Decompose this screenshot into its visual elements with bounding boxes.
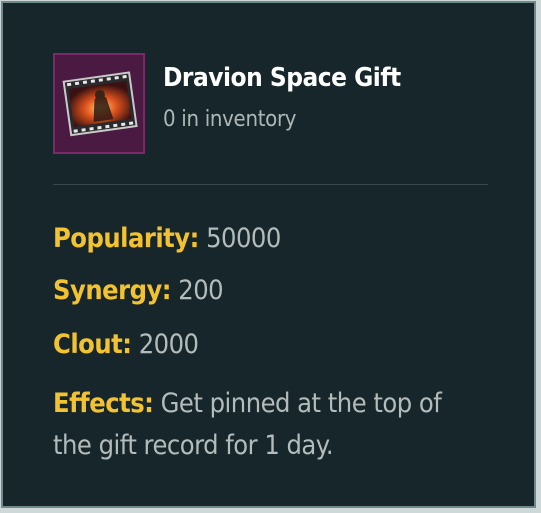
stat-clout: Clout: 2000 [53,329,199,360]
film-frame-gift-icon [55,55,143,152]
clout-value: 2000 [138,329,199,360]
popularity-label: Popularity: [53,223,199,254]
gift-tooltip-panel: Dravion Space Gift 0 in inventory Popula… [1,1,536,508]
effects-block: Effects: Get pinned at the top of the gi… [53,383,473,467]
divider [53,184,488,185]
clout-label: Clout: [53,329,132,360]
gift-thumbnail [53,53,145,154]
stat-popularity: Popularity: 50000 [53,223,281,254]
popularity-value: 50000 [206,223,281,254]
gift-name: Dravion Space Gift [163,63,401,93]
synergy-value: 200 [178,275,224,306]
inventory-count: 0 in inventory [163,107,297,132]
effects-label: Effects: [53,388,154,419]
stat-synergy: Synergy: 200 [53,275,224,306]
synergy-label: Synergy: [53,275,172,306]
